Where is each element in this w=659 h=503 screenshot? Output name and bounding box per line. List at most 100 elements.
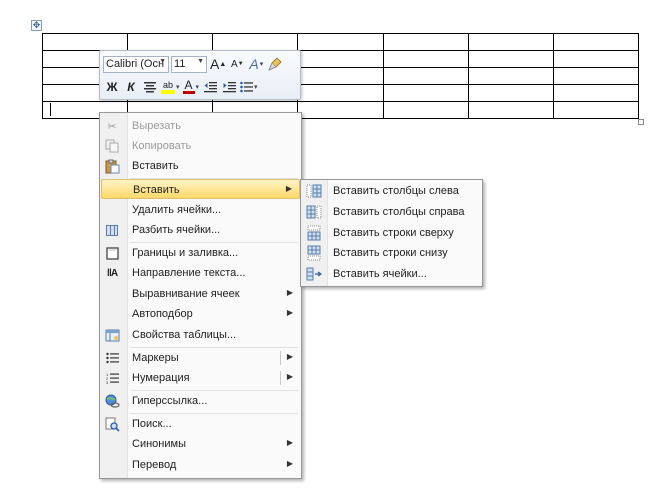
menu-item-numbering[interactable]: 123 Нумерация ▶	[101, 368, 300, 388]
menu-item-label: Копировать	[132, 140, 192, 152]
table-cell[interactable]	[212, 33, 299, 51]
increase-indent-button[interactable]	[221, 78, 237, 96]
table-cell[interactable]	[297, 50, 384, 68]
menu-item-label: Вставить	[133, 184, 180, 196]
submenu-arrow-icon: ▶	[286, 459, 293, 468]
table-cell[interactable]	[552, 67, 640, 85]
copy-icon	[104, 138, 120, 154]
menu-item-label: Маркеры	[132, 352, 179, 364]
table-cell[interactable]	[552, 33, 640, 51]
menu-item-label: Нумерация	[132, 372, 190, 384]
table-cell[interactable]	[467, 101, 554, 119]
menu-item-bullets[interactable]: Маркеры ▶	[101, 348, 300, 368]
text-cursor	[50, 103, 51, 116]
menu-item-cut[interactable]: ✂ Вырезать	[101, 116, 300, 136]
submenu-item-insert-rows-above[interactable]: Вставить строки сверху	[302, 223, 481, 243]
table-cell[interactable]	[297, 101, 384, 119]
bold-icon: Ж	[106, 80, 118, 94]
table-cell[interactable]	[297, 67, 384, 85]
shrink-font-button[interactable]: A ▼	[229, 55, 245, 73]
table-cell[interactable]	[382, 84, 469, 102]
font-color-icon: A	[184, 78, 193, 92]
submenu-item-insert-rows-below[interactable]: Вставить строки снизу	[302, 243, 481, 263]
menu-item-label: Свойства таблицы...	[132, 329, 237, 341]
menu-item-autofit[interactable]: Автоподбор ▶	[101, 304, 300, 324]
submenu-arrow-icon[interactable]: ▶	[287, 352, 293, 361]
table-cell[interactable]	[297, 84, 384, 102]
menu-item-insert[interactable]: Вставить ▶	[101, 179, 300, 199]
submenu-item-insert-columns-right[interactable]: Вставить столбцы справа	[302, 202, 481, 222]
table-cell[interactable]	[467, 84, 554, 102]
table-cell[interactable]	[467, 33, 554, 51]
submenu-arrow-icon[interactable]: ▶	[287, 372, 293, 381]
paste-icon	[104, 158, 120, 174]
format-painter-icon	[268, 57, 282, 71]
split-divider	[280, 351, 281, 365]
italic-icon: К	[127, 80, 135, 94]
submenu-item-insert-cells[interactable]: Вставить ячейки...	[302, 264, 481, 284]
highlight-button[interactable]: ab ▾	[161, 78, 180, 96]
italic-button[interactable]: К	[123, 78, 139, 96]
format-painter-button[interactable]	[267, 55, 283, 73]
table-cell[interactable]	[552, 101, 640, 119]
styles-icon: A	[249, 56, 259, 72]
table-cell[interactable]	[552, 84, 640, 102]
submenu-item-label: Вставить столбцы слева	[333, 185, 459, 197]
insert-rows-above-icon	[306, 225, 322, 241]
menu-item-label: Поиск...	[132, 418, 172, 430]
table-cell[interactable]	[41, 33, 129, 51]
font-size-value: 11	[174, 58, 186, 70]
menu-item-label: Направление текста...	[132, 267, 246, 279]
bold-button[interactable]: Ж	[104, 78, 120, 96]
font-color-button[interactable]: A ▾	[182, 78, 199, 96]
font-name-select[interactable]: Calibri (Осн ▼	[103, 55, 169, 73]
table-cell[interactable]	[382, 33, 469, 51]
table-cell[interactable]	[382, 101, 469, 119]
menu-item-delete-cells[interactable]: Удалить ячейки...	[101, 200, 300, 220]
menu-item-hyperlink[interactable]: Гиперссылка...	[101, 391, 300, 411]
menu-item-copy[interactable]: Копировать	[101, 136, 300, 156]
mini-toolbar: Calibri (Осн ▼ 11 ▼ A ▲ A ▼ A ▾ Ж К ab ▾…	[99, 50, 301, 100]
submenu-arrow-icon: ▶	[286, 288, 293, 297]
align-center-button[interactable]	[142, 78, 158, 96]
submenu-item-label: Вставить столбцы справа	[333, 206, 465, 218]
table-cell[interactable]	[382, 50, 469, 68]
bullets-icon	[104, 350, 120, 366]
table-resize-handle[interactable]	[638, 119, 644, 125]
increase-indent-icon	[222, 82, 236, 93]
table-cell[interactable]	[552, 50, 640, 68]
submenu-item-label: Вставить строки сверху	[333, 227, 454, 239]
menu-item-paste[interactable]: Вставить	[101, 156, 300, 176]
bullets-icon	[240, 81, 254, 93]
table-cell[interactable]	[467, 67, 554, 85]
font-size-select[interactable]: 11 ▼	[171, 55, 207, 73]
menu-item-translate[interactable]: Перевод ▶	[101, 455, 300, 475]
menu-item-text-direction[interactable]: ǁA Направление текста...	[101, 263, 300, 283]
menu-item-cell-alignment[interactable]: Выравнивание ячеек ▶	[101, 284, 300, 304]
menu-item-label: Автоподбор	[132, 308, 193, 320]
split-divider	[280, 371, 281, 385]
menu-item-borders-shading[interactable]: Границы и заливка...	[101, 243, 300, 263]
menu-item-label: Перевод	[132, 459, 177, 471]
split-cells-icon	[104, 222, 120, 238]
menu-item-table-properties[interactable]: Свойства таблицы...	[101, 325, 300, 345]
menu-item-synonyms[interactable]: Синонимы ▶	[101, 434, 300, 454]
decrease-indent-button[interactable]	[202, 78, 218, 96]
insert-rows-below-icon	[306, 245, 322, 261]
table-cell[interactable]	[127, 33, 214, 51]
styles-button[interactable]: A ▾	[248, 55, 264, 73]
scissors-icon: ✂	[107, 120, 117, 133]
menu-item-research[interactable]: Поиск...	[101, 414, 300, 434]
table-move-handle[interactable]: ✥	[31, 20, 42, 31]
table-cell[interactable]	[467, 50, 554, 68]
menu-item-split-cells[interactable]: Разбить ячейки...	[101, 220, 300, 240]
research-icon	[104, 416, 120, 432]
menu-item-label: Разбить ячейки...	[132, 224, 221, 236]
bullets-button[interactable]: ▾	[240, 78, 258, 96]
grow-font-button[interactable]: A ▲	[210, 55, 226, 73]
table-cell[interactable]	[297, 33, 384, 51]
context-menu: ✂ Вырезать Копировать Вставить Вставить …	[99, 112, 302, 479]
insert-submenu: Вставить столбцы слева Вставить столбцы …	[300, 179, 483, 287]
table-cell[interactable]	[382, 67, 469, 85]
submenu-item-insert-columns-left[interactable]: Вставить столбцы слева	[302, 181, 481, 201]
